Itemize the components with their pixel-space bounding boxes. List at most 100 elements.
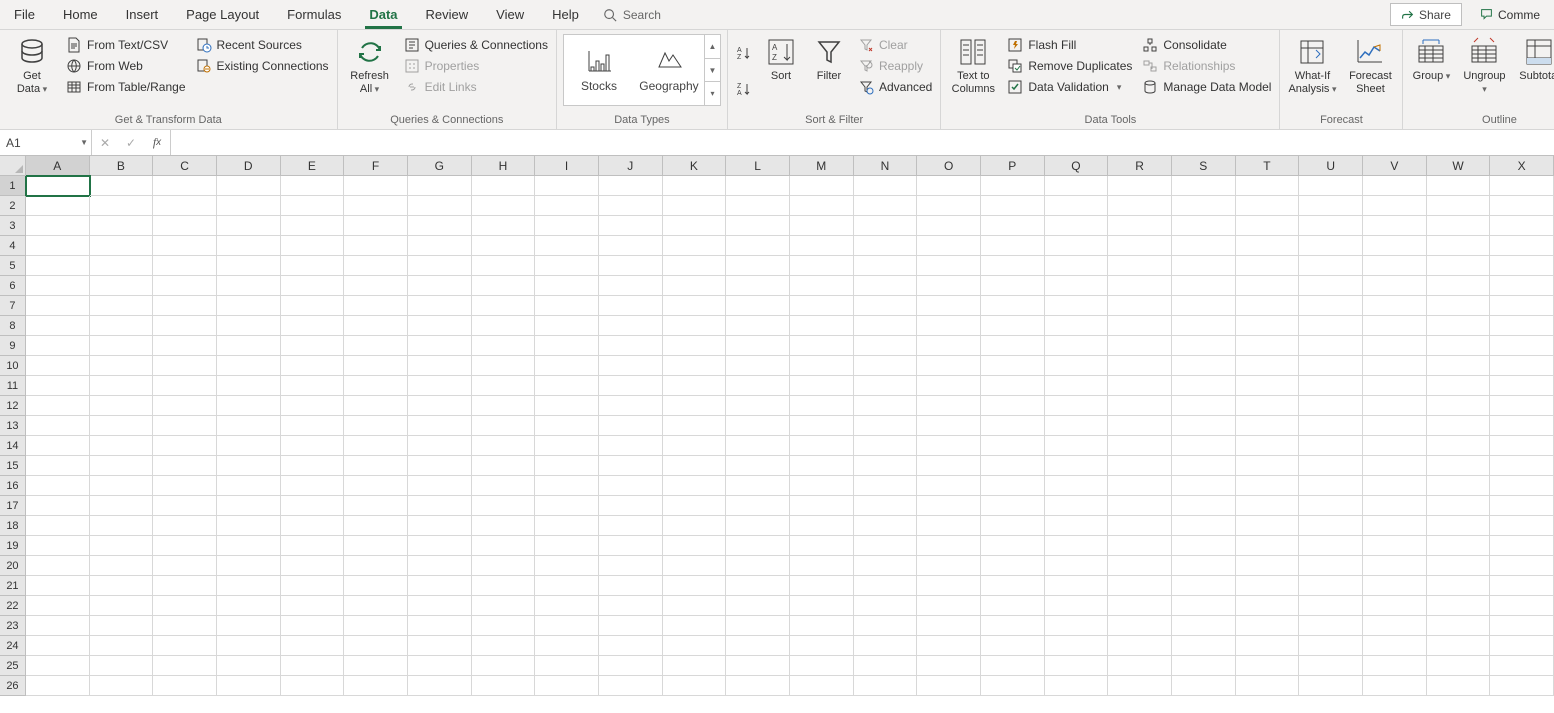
cell[interactable] [854, 436, 918, 456]
row-header[interactable]: 25 [0, 656, 26, 676]
cell[interactable] [344, 556, 408, 576]
cell[interactable] [790, 216, 854, 236]
cell[interactable] [1490, 676, 1554, 696]
row-header[interactable]: 4 [0, 236, 26, 256]
cell[interactable] [1427, 356, 1491, 376]
cell[interactable] [153, 496, 217, 516]
cell[interactable] [281, 436, 345, 456]
cell[interactable] [1045, 456, 1109, 476]
cell[interactable] [1172, 516, 1236, 536]
sort-button[interactable]: AZ Sort [760, 34, 802, 85]
cell[interactable] [917, 356, 981, 376]
cell[interactable] [26, 336, 90, 356]
cell[interactable] [153, 236, 217, 256]
cell[interactable] [663, 256, 727, 276]
cell[interactable] [535, 596, 599, 616]
cell[interactable] [1299, 356, 1363, 376]
cell[interactable] [854, 196, 918, 216]
cell[interactable] [1363, 296, 1427, 316]
recent-sources-button[interactable]: Recent Sources [194, 36, 331, 54]
cell[interactable] [599, 316, 663, 336]
cell[interactable] [90, 236, 154, 256]
cell[interactable] [26, 676, 90, 696]
column-header[interactable]: B [90, 156, 154, 176]
cell[interactable] [663, 176, 727, 196]
cell[interactable] [535, 176, 599, 196]
enter-formula-button[interactable]: ✓ [118, 130, 144, 155]
cell[interactable] [535, 336, 599, 356]
cell[interactable] [854, 476, 918, 496]
cell[interactable] [1172, 196, 1236, 216]
cell[interactable] [1172, 396, 1236, 416]
cell[interactable] [408, 476, 472, 496]
cell[interactable] [1363, 476, 1427, 496]
cell[interactable] [344, 176, 408, 196]
cell[interactable] [981, 636, 1045, 656]
row-header[interactable]: 16 [0, 476, 26, 496]
cell[interactable] [217, 596, 281, 616]
cell[interactable] [1045, 236, 1109, 256]
cell[interactable] [1427, 656, 1491, 676]
cell[interactable] [535, 236, 599, 256]
cell[interactable] [981, 556, 1045, 576]
chevron-down-icon[interactable]: ▼ [80, 138, 88, 147]
cell[interactable] [1363, 436, 1427, 456]
cell[interactable] [981, 196, 1045, 216]
cell[interactable] [90, 296, 154, 316]
cell[interactable] [854, 316, 918, 336]
cell[interactable] [1363, 216, 1427, 236]
cell[interactable] [726, 656, 790, 676]
row-header[interactable]: 17 [0, 496, 26, 516]
cell[interactable] [153, 516, 217, 536]
cell[interactable] [981, 456, 1045, 476]
cell[interactable] [1490, 396, 1554, 416]
cell[interactable] [281, 256, 345, 276]
cell[interactable] [1427, 536, 1491, 556]
cell[interactable] [1490, 356, 1554, 376]
cell[interactable] [1172, 456, 1236, 476]
cell[interactable] [1045, 356, 1109, 376]
cell[interactable] [1236, 556, 1300, 576]
cell[interactable] [917, 456, 981, 476]
cell[interactable] [854, 336, 918, 356]
cell[interactable] [917, 576, 981, 596]
cell[interactable] [1172, 376, 1236, 396]
cell[interactable] [281, 196, 345, 216]
cell[interactable] [981, 396, 1045, 416]
cell[interactable] [1299, 216, 1363, 236]
cell[interactable] [1363, 576, 1427, 596]
cell[interactable] [90, 616, 154, 636]
cell[interactable] [281, 216, 345, 236]
cell[interactable] [472, 536, 536, 556]
cell[interactable] [1108, 296, 1172, 316]
cell[interactable] [1108, 476, 1172, 496]
cell[interactable] [917, 336, 981, 356]
cell[interactable] [90, 516, 154, 536]
cell[interactable] [1299, 556, 1363, 576]
cell[interactable] [1172, 276, 1236, 296]
cell[interactable] [1172, 416, 1236, 436]
cell[interactable] [1299, 296, 1363, 316]
from-table-range-button[interactable]: From Table/Range [64, 78, 188, 96]
tab-data[interactable]: Data [355, 0, 411, 29]
cell[interactable] [981, 296, 1045, 316]
cell[interactable] [726, 336, 790, 356]
row-header[interactable]: 18 [0, 516, 26, 536]
column-header[interactable]: S [1172, 156, 1236, 176]
cell[interactable] [790, 676, 854, 696]
cell[interactable] [1490, 476, 1554, 496]
cell[interactable] [535, 396, 599, 416]
cell[interactable] [1427, 636, 1491, 656]
row-header[interactable]: 8 [0, 316, 26, 336]
cell[interactable] [344, 196, 408, 216]
cell[interactable] [1108, 596, 1172, 616]
cell[interactable] [90, 536, 154, 556]
cell[interactable] [217, 336, 281, 356]
cell[interactable] [472, 336, 536, 356]
cell[interactable] [1172, 176, 1236, 196]
cell[interactable] [153, 536, 217, 556]
insert-function-button[interactable]: fx [144, 130, 170, 155]
cell[interactable] [1236, 436, 1300, 456]
cell[interactable] [1236, 536, 1300, 556]
filter-button[interactable]: Filter [808, 34, 850, 85]
